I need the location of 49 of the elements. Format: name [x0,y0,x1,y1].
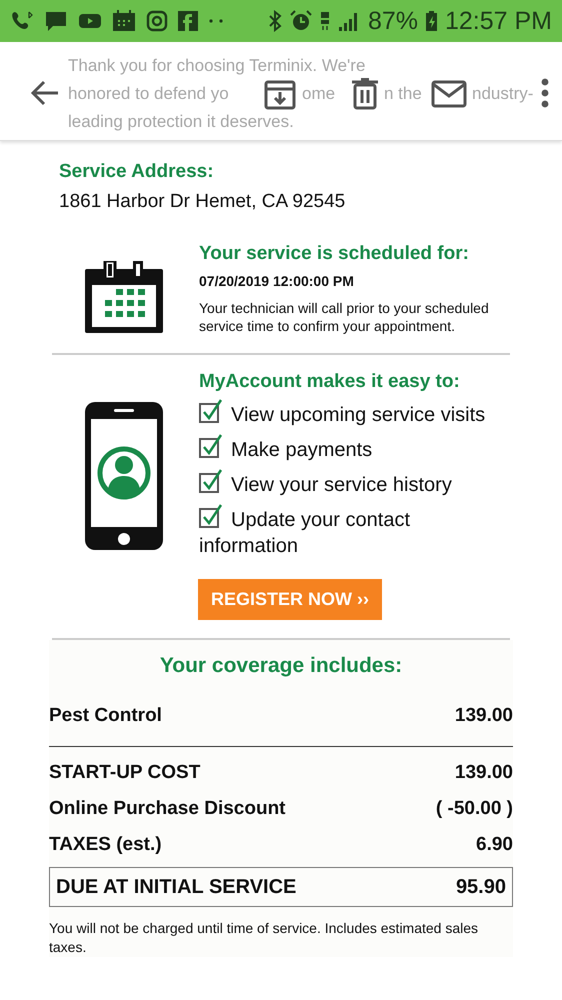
feature-item: View upcoming service visits [231,404,486,426]
footnote: You will not be charged until time of service. Includes estimated sales taxes. [49,919,480,957]
phone-icon [84,401,164,551]
phone-icon [10,10,34,32]
preview-text: leading protection it deserves. [68,112,294,132]
alarm-icon [290,10,312,32]
archive-icon[interactable] [264,78,296,110]
camera-icon [146,10,168,32]
message-icon [44,10,68,32]
schedule-note: Your technician will call prior to your scheduled service time to confirm your appointment. [199,299,490,335]
line-label: Online Purchase Discount [49,798,286,820]
feature-item: Update your contact information [199,509,410,557]
bluetooth-icon [268,10,282,32]
address-label: Service Address: [59,161,215,183]
square-icon [178,11,198,31]
back-icon[interactable] [30,80,60,106]
delete-icon[interactable] [351,78,379,110]
dots-icon [208,18,224,24]
line-amount: ( -50.00 ) [436,798,513,820]
calendar-icon [85,261,163,333]
line-amount: 6.90 [476,834,513,856]
preview-text: honored to defend yo [68,84,229,104]
more-icon[interactable] [541,78,549,108]
schedule-heading: Your service is scheduled for: [199,243,470,265]
preview-text: ndustry- [472,84,534,104]
battery-percent: 87% [368,6,418,36]
line-amount: 139.00 [454,762,513,784]
line-label: Pest Control [49,705,162,727]
battery-icon [426,11,437,31]
coverage-heading: Your coverage includes: [158,654,404,678]
line-amount: 139.00 [454,705,513,727]
line-amount: 95.90 [456,876,506,898]
preview-text: Thank you for choosing Terminix. We're [68,56,366,76]
preview-text: n the [384,84,422,104]
feature-item: Make payments [231,439,372,461]
signal-icon [338,11,360,31]
mail-icon[interactable] [431,80,467,108]
register-button[interactable]: REGISTER NOW ›› [198,579,382,620]
line-label: START-UP COST [49,762,200,784]
address-text: 1861 Harbor Dr Hemet, CA 92545 [59,191,346,213]
line-label: DUE AT INITIAL SERVICE [56,876,296,898]
myaccount-heading: MyAccount makes it easy to: [199,371,461,393]
schedule-datetime: 07/20/2019 12:00:00 PM [199,273,355,289]
preview-text: ome [302,84,336,104]
calendar-icon [112,10,136,32]
network-icon [320,11,330,31]
line-label: TAXES (est.) [49,834,162,856]
feature-item: View your service history [231,474,452,496]
clock-time: 12:57 PM [444,6,552,36]
